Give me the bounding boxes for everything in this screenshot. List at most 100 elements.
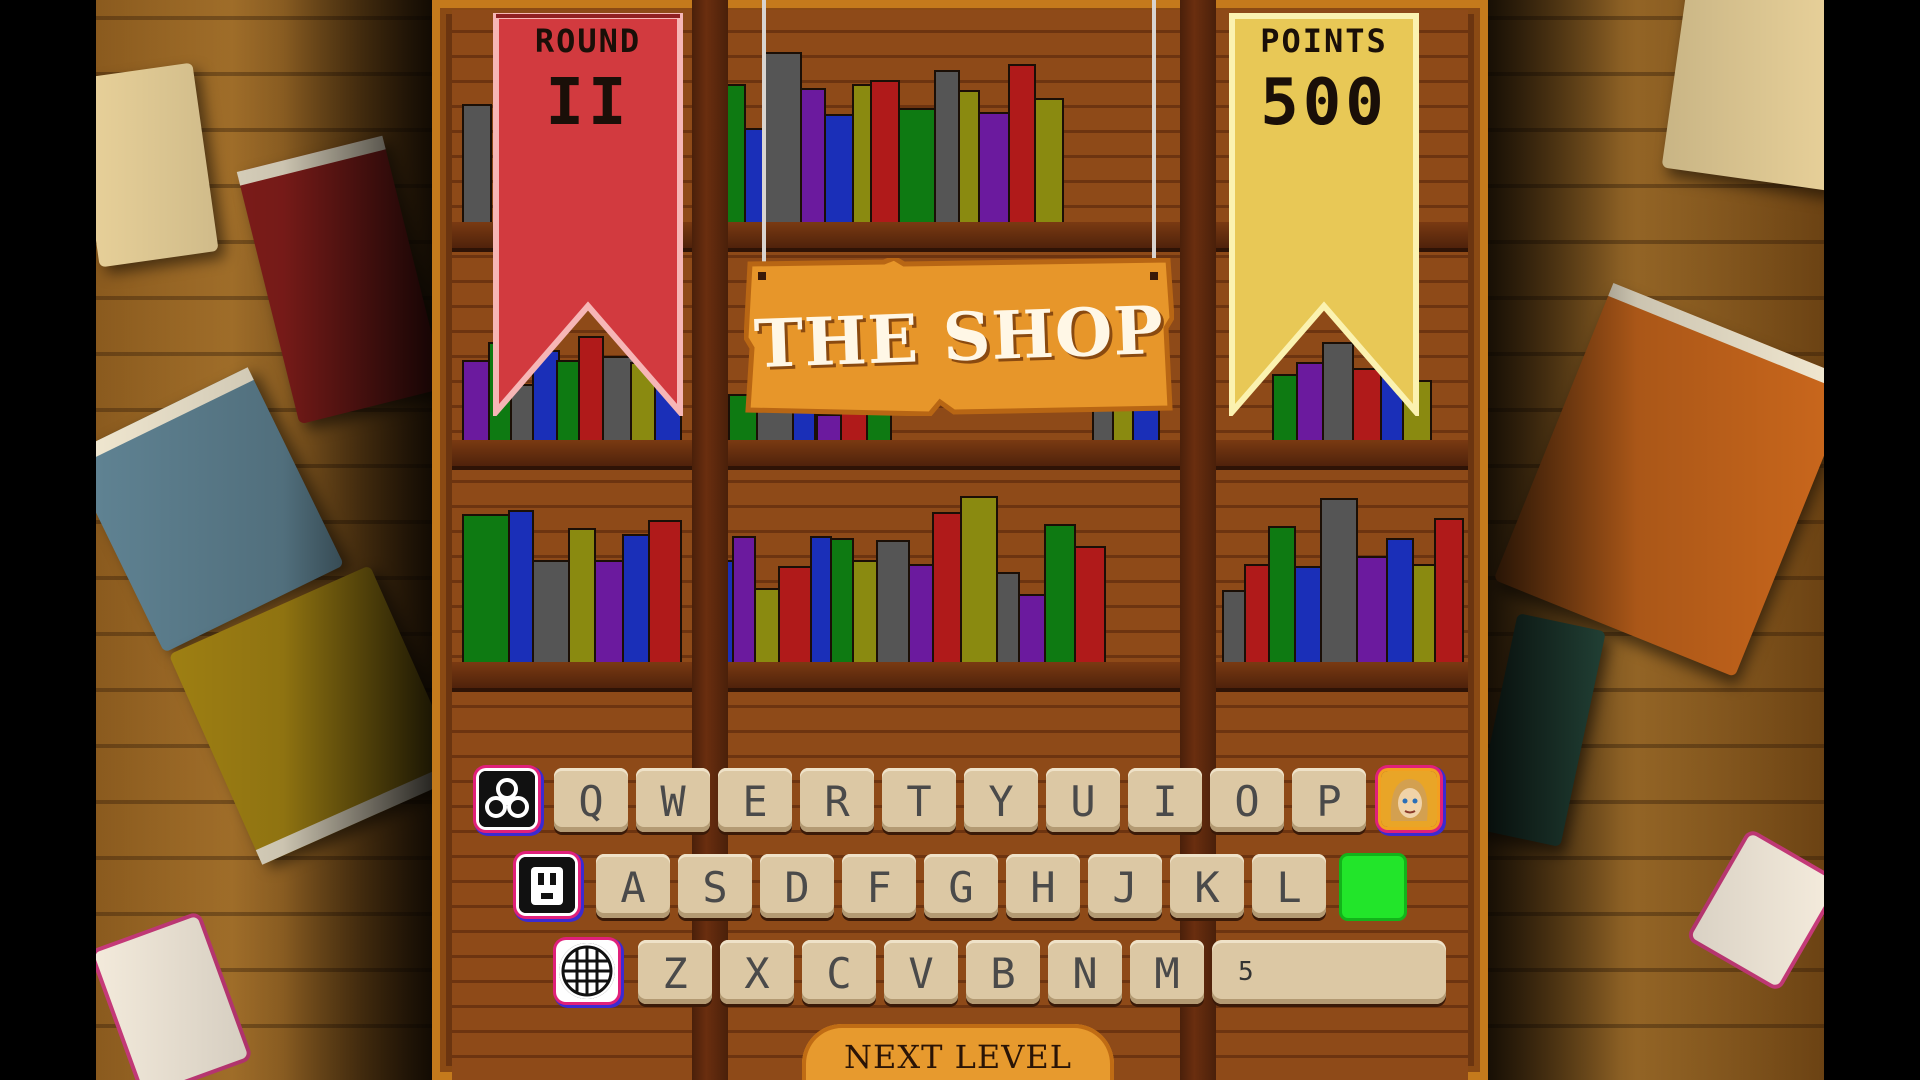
key-i[interactable]: I — [1128, 768, 1202, 832]
book-spine — [996, 572, 1020, 662]
points-banner: POINTS 500 — [1226, 0, 1422, 416]
book-spine — [1356, 556, 1388, 662]
bookshelf-board: ROUND II POINTS 500 THE SHOP Q W E R T Y… — [432, 0, 1488, 1080]
key-s[interactable]: S — [678, 854, 752, 918]
book-spine — [754, 588, 780, 662]
book-spine — [1018, 594, 1046, 662]
key-label: D — [784, 862, 810, 912]
key-label: G — [948, 862, 974, 912]
book-spine — [824, 114, 854, 222]
floating-book-cream — [1661, 0, 1824, 191]
key-p[interactable]: P — [1292, 768, 1366, 832]
key-n[interactable]: N — [1048, 940, 1122, 1004]
grid-item-slot[interactable] — [556, 940, 618, 1002]
key-u[interactable]: U — [1046, 768, 1120, 832]
floating-book-teal — [1484, 613, 1606, 847]
ghost-face-icon — [519, 857, 575, 913]
book-spine — [958, 90, 980, 222]
points-label: POINTS — [1260, 22, 1388, 60]
hazard-item-slot[interactable] — [476, 768, 538, 830]
biohazard-icon — [479, 771, 535, 827]
book-spine — [800, 88, 826, 222]
book-spine — [898, 108, 936, 222]
key-label: V — [908, 948, 934, 998]
shelf-post — [1180, 0, 1216, 1080]
counter-value: 5 — [1238, 957, 1254, 987]
key-e[interactable]: E — [718, 768, 792, 832]
book-spine — [1434, 518, 1464, 662]
green-item-slot[interactable] — [1342, 856, 1404, 918]
shelf-plank — [452, 440, 1468, 466]
book-spine — [1074, 546, 1106, 662]
key-label: A — [620, 862, 646, 912]
key-label: O — [1234, 776, 1260, 826]
key-label: Q — [578, 776, 604, 826]
key-a[interactable]: A — [596, 854, 670, 918]
book-spine — [1386, 538, 1414, 662]
key-z[interactable]: Z — [638, 940, 712, 1004]
book-spine — [932, 512, 962, 662]
key-label: L — [1276, 862, 1302, 912]
floating-card — [96, 915, 249, 1080]
book-spine — [732, 536, 756, 662]
key-j[interactable]: J — [1088, 854, 1162, 918]
key-label: P — [1316, 776, 1342, 826]
letter-counter-field: 5 — [1212, 940, 1446, 1004]
round-label: ROUND — [534, 22, 642, 60]
key-v[interactable]: V — [884, 940, 958, 1004]
key-t[interactable]: T — [882, 768, 956, 832]
key-label: Z — [662, 948, 688, 998]
key-h[interactable]: H — [1006, 854, 1080, 918]
book-spine — [508, 510, 534, 662]
points-value: 500 — [1260, 66, 1388, 140]
key-d[interactable]: D — [760, 854, 834, 918]
book-spine — [1034, 98, 1064, 222]
book-spine — [1294, 566, 1322, 662]
key-o[interactable]: O — [1210, 768, 1284, 832]
key-label: R — [824, 776, 850, 826]
key-label: M — [1154, 948, 1180, 998]
book-spine — [810, 536, 832, 662]
left-background — [96, 0, 436, 1080]
round-banner-shape — [493, 13, 683, 416]
key-label: C — [826, 948, 852, 998]
round-banner: ROUND II — [490, 0, 686, 416]
key-g[interactable]: G — [924, 854, 998, 918]
key-l[interactable]: L — [1252, 854, 1326, 918]
key-label: K — [1194, 862, 1220, 912]
shop-title: THE SHOP — [752, 290, 1166, 384]
key-label: E — [742, 776, 768, 826]
book-spine — [876, 540, 910, 662]
key-b[interactable]: B — [966, 940, 1040, 1004]
key-label: H — [1030, 862, 1056, 912]
book-spine — [778, 566, 812, 662]
next-level-button[interactable]: NEXT LEVEL — [802, 1024, 1114, 1080]
book-spine — [594, 560, 624, 662]
game-screen: ROUND II POINTS 500 THE SHOP Q W E R T Y… — [0, 0, 1920, 1080]
key-k[interactable]: K — [1170, 854, 1244, 918]
book-spine — [1412, 564, 1436, 662]
key-w[interactable]: W — [636, 768, 710, 832]
book-spine — [1268, 526, 1296, 662]
book-spine — [870, 80, 900, 222]
book-spine — [532, 560, 570, 662]
face-item-slot[interactable] — [516, 854, 578, 916]
key-c[interactable]: C — [802, 940, 876, 1004]
key-m[interactable]: M — [1130, 940, 1204, 1004]
shop-sign: THE SHOP — [744, 258, 1174, 416]
book-spine — [830, 538, 854, 662]
key-label: W — [660, 776, 686, 826]
key-label: X — [744, 948, 770, 998]
book-spine — [978, 112, 1010, 222]
key-q[interactable]: Q — [554, 768, 628, 832]
portrait-icon — [1381, 771, 1437, 827]
book-spine — [1320, 498, 1358, 662]
key-r[interactable]: R — [800, 768, 874, 832]
key-x[interactable]: X — [720, 940, 794, 1004]
key-y[interactable]: Y — [964, 768, 1038, 832]
bookshelf-row-lower — [452, 488, 1468, 662]
character-portrait-slot[interactable] — [1378, 768, 1440, 830]
book-spine — [934, 70, 960, 222]
key-f[interactable]: F — [842, 854, 916, 918]
book-spine — [648, 520, 682, 662]
